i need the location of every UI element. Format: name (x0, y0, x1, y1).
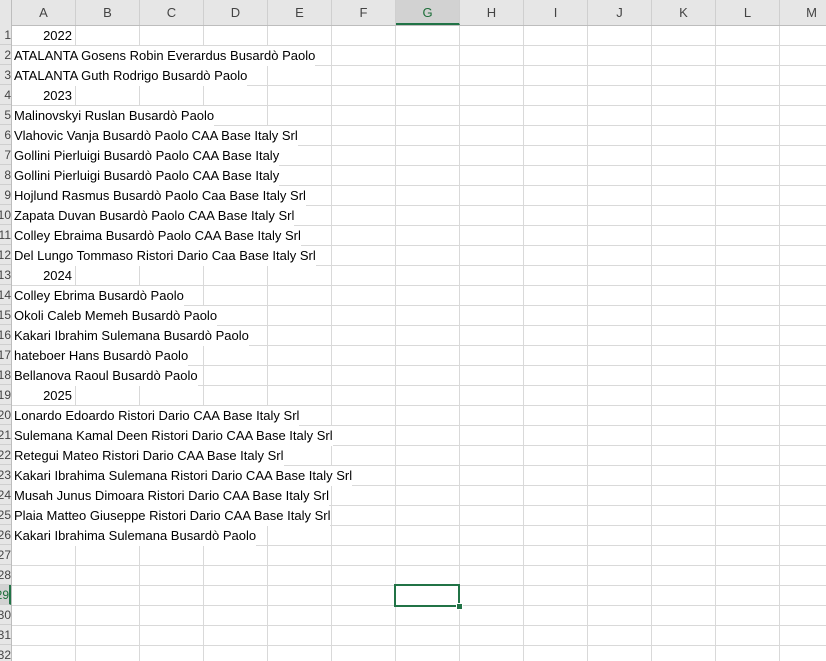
text-cell[interactable]: Okoli Caleb Memeh Busardò Paolo (12, 306, 218, 326)
grid-row-line (12, 625, 826, 626)
grid-row-line (12, 645, 826, 646)
row-header-21[interactable]: 21 (0, 425, 11, 445)
text-cell[interactable]: Colley Ebraima Busardò Paolo CAA Base It… (12, 226, 301, 246)
column-header-c[interactable]: C (140, 0, 204, 25)
fill-handle[interactable] (456, 603, 463, 610)
row-header-2[interactable]: 2 (0, 45, 11, 65)
column-header-l[interactable]: L (716, 0, 780, 25)
column-header-g[interactable]: G (396, 0, 460, 25)
row-header-14[interactable]: 14 (0, 285, 11, 305)
text-cell[interactable]: Gollini Pierluigi Busardò Paolo CAA Base… (12, 146, 280, 166)
row-header-20[interactable]: 20 (0, 405, 11, 425)
year-cell[interactable]: 2024 (12, 266, 74, 286)
text-cell[interactable]: Kakari Ibrahima Sulemana Busardò Paolo (12, 526, 257, 546)
year-cell[interactable]: 2023 (12, 86, 74, 106)
row-header-30[interactable]: 30 (0, 605, 11, 625)
text-cell[interactable]: Retegui Mateo Ristori Dario CAA Base Ita… (12, 446, 284, 466)
row-header-3[interactable]: 3 (0, 65, 11, 85)
active-cell-selection[interactable] (394, 584, 460, 607)
row-header-29[interactable]: 29 (0, 585, 11, 605)
row-header-12[interactable]: 12 (0, 245, 11, 265)
text-cell[interactable]: Kakari Ibrahima Sulemana Ristori Dario C… (12, 466, 353, 486)
row-header-23[interactable]: 23 (0, 465, 11, 485)
cell-grid[interactable]: 2022 ATALANTA Gosens Robin Everardus Busa… (12, 26, 826, 661)
column-header-b[interactable]: B (76, 0, 140, 25)
row-header-6[interactable]: 6 (0, 125, 11, 145)
text-cell[interactable]: Del Lungo Tommaso Ristori Dario Caa Base… (12, 246, 316, 266)
row-header-15[interactable]: 15 (0, 305, 11, 325)
column-header-e[interactable]: E (268, 0, 332, 25)
column-header-a[interactable]: A (12, 0, 76, 25)
text-cell[interactable]: Vlahovic Vanja Busardò Paolo CAA Base It… (12, 126, 298, 146)
row-header-31[interactable]: 31 (0, 625, 11, 645)
text-cell[interactable]: Musah Junus Dimoara Ristori Dario CAA Ba… (12, 486, 330, 506)
row-header-5[interactable]: 5 (0, 105, 11, 125)
row-header-26[interactable]: 26 (0, 525, 11, 545)
text-cell[interactable]: Bellanova Raoul Busardò Paolo (12, 366, 198, 386)
row-header-32[interactable]: 32 (0, 645, 11, 661)
year-cell[interactable]: 2025 (12, 386, 74, 406)
row-header-4[interactable]: 4 (0, 85, 11, 105)
row-header-17[interactable]: 17 (0, 345, 11, 365)
row-header-bar: 1234567891011121314151617181920212223242… (0, 25, 12, 661)
row-header-8[interactable]: 8 (0, 165, 11, 185)
column-header-m[interactable]: M (780, 0, 826, 25)
row-header-1[interactable]: 1 (0, 25, 11, 45)
row-header-28[interactable]: 28 (0, 565, 11, 585)
column-header-h[interactable]: H (460, 0, 524, 25)
text-cell[interactable]: ATALANTA Gosens Robin Everardus Busardò … (12, 46, 316, 66)
row-header-13[interactable]: 13 (0, 265, 11, 285)
row-header-16[interactable]: 16 (0, 325, 11, 345)
text-cell[interactable]: ATALANTA Guth Rodrigo Busardò Paolo (12, 66, 248, 86)
text-cell[interactable]: hateboer Hans Busardò Paolo (12, 346, 189, 366)
row-header-11[interactable]: 11 (0, 225, 11, 245)
column-header-j[interactable]: J (588, 0, 652, 25)
column-header-f[interactable]: F (332, 0, 396, 25)
row-header-24[interactable]: 24 (0, 485, 11, 505)
text-cell[interactable]: Colley Ebrima Busardò Paolo (12, 286, 184, 306)
column-header-bar: ABCDEFGHIJKLM (0, 0, 826, 26)
row-header-10[interactable]: 10 (0, 205, 11, 225)
row-header-18[interactable]: 18 (0, 365, 11, 385)
row-header-9[interactable]: 9 (0, 185, 11, 205)
column-header-k[interactable]: K (652, 0, 716, 25)
row-header-22[interactable]: 22 (0, 445, 11, 465)
column-header-i[interactable]: I (524, 0, 588, 25)
text-cell[interactable]: Malinovskyi Ruslan Busardò Paolo (12, 106, 215, 126)
row-header-27[interactable]: 27 (0, 545, 11, 565)
year-cell[interactable]: 2022 (12, 26, 74, 46)
column-header-d[interactable]: D (204, 0, 268, 25)
text-cell[interactable]: Gollini Pierluigi Busardò Paolo CAA Base… (12, 166, 280, 186)
row-header-7[interactable]: 7 (0, 145, 11, 165)
text-cell[interactable]: Zapata Duvan Busardò Paolo CAA Base Ital… (12, 206, 295, 226)
text-cell[interactable]: Plaia Matteo Giuseppe Ristori Dario CAA … (12, 506, 331, 526)
text-cell[interactable]: Sulemana Kamal Deen Ristori Dario CAA Ba… (12, 426, 333, 446)
row-header-19[interactable]: 19 (0, 385, 11, 405)
text-cell[interactable]: Kakari Ibrahim Sulemana Busardò Paolo (12, 326, 249, 346)
text-cell[interactable]: Lonardo Edoardo Ristori Dario CAA Base I… (12, 406, 300, 426)
spreadsheet: ABCDEFGHIJKLM 12345678910111213141516171… (0, 0, 826, 661)
text-cell[interactable]: Hojlund Rasmus Busardò Paolo Caa Base It… (12, 186, 306, 206)
row-header-25[interactable]: 25 (0, 505, 11, 525)
select-all-corner[interactable] (0, 0, 12, 25)
grid-row-line (12, 565, 826, 566)
